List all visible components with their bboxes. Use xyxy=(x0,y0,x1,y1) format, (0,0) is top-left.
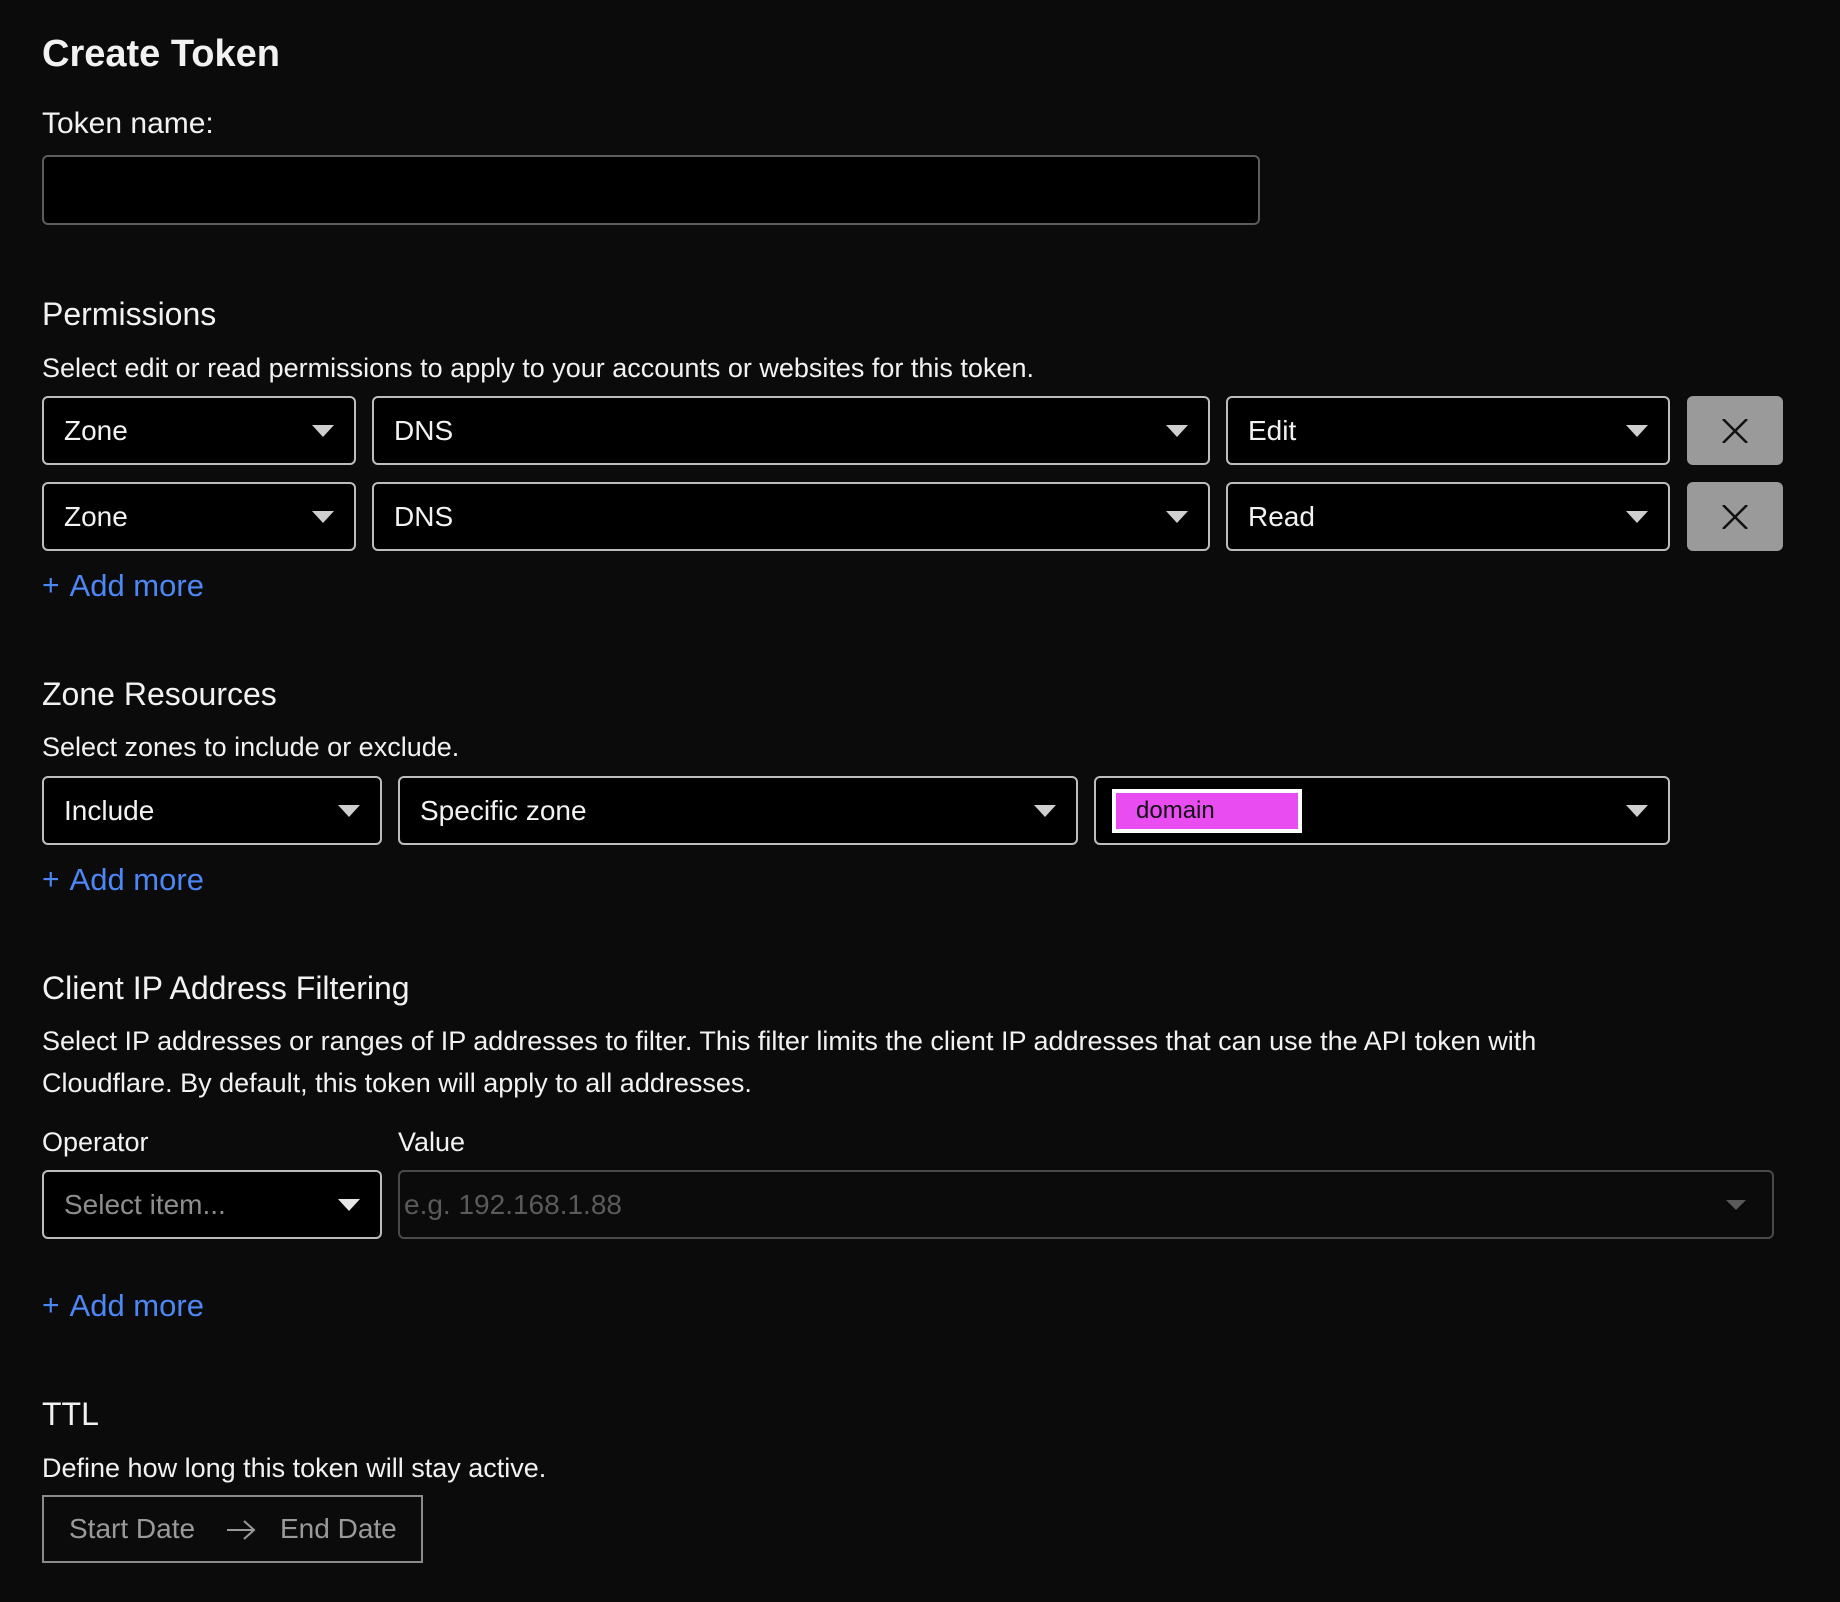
chevron-down-icon xyxy=(312,424,334,437)
ttl-title: TTL xyxy=(42,1396,99,1432)
ip-value-input[interactable]: e.g. 192.168.1.88 xyxy=(398,1170,1774,1239)
permission-access-value: Read xyxy=(1248,500,1315,532)
chevron-down-icon xyxy=(1626,804,1648,817)
start-date-input[interactable]: Start Date xyxy=(69,1513,195,1545)
token-name-label: Token name: xyxy=(42,107,214,140)
zone-type-value: Specific zone xyxy=(420,794,587,826)
remove-permission-button[interactable] xyxy=(1687,396,1783,465)
add-zone-link[interactable]: + Add more xyxy=(42,860,204,900)
plus-icon: + xyxy=(42,569,60,602)
add-more-label: Add more xyxy=(69,862,204,897)
ip-filtering-description-line1: Select IP addresses or ranges of IP addr… xyxy=(42,1026,1537,1056)
zone-resources-title: Zone Resources xyxy=(42,676,277,712)
permissions-title: Permissions xyxy=(42,296,217,332)
close-icon xyxy=(1722,419,1748,443)
ip-value-placeholder: e.g. 192.168.1.88 xyxy=(404,1188,622,1220)
chevron-down-icon xyxy=(312,510,334,523)
chevron-down-icon xyxy=(1726,1199,1746,1210)
permission-scope-select[interactable]: Zone xyxy=(42,482,356,551)
permission-access-value: Edit xyxy=(1248,414,1297,446)
permission-resource-select[interactable]: DNS xyxy=(372,482,1210,551)
zone-resources-description: Select zones to include or exclude. xyxy=(42,732,460,762)
permission-access-select[interactable]: Edit xyxy=(1226,396,1670,465)
chevron-down-icon xyxy=(1034,804,1056,817)
ttl-description: Define how long this token will stay act… xyxy=(42,1453,547,1483)
operator-select[interactable]: Select item... xyxy=(42,1170,382,1239)
page-title: Create Token xyxy=(42,33,280,75)
ip-filtering-title: Client IP Address Filtering xyxy=(42,970,410,1006)
remove-permission-button[interactable] xyxy=(1687,482,1783,551)
add-more-label: Add more xyxy=(69,568,204,603)
plus-icon: + xyxy=(42,863,60,896)
chevron-down-icon xyxy=(338,1198,360,1211)
permission-scope-value: Zone xyxy=(64,500,128,532)
token-name-input[interactable] xyxy=(42,155,1260,225)
zone-value-chip: domain xyxy=(1112,788,1302,833)
chevron-down-icon xyxy=(338,804,360,817)
chevron-down-icon xyxy=(1166,510,1188,523)
end-date-input[interactable]: End Date xyxy=(280,1513,397,1545)
permission-resource-value: DNS xyxy=(394,500,454,532)
chevron-down-icon xyxy=(1626,424,1648,437)
permissions-description: Select edit or read permissions to apply… xyxy=(42,353,1034,383)
value-label: Value xyxy=(398,1127,466,1157)
ip-filtering-description-line2: Cloudflare. By default, this token will … xyxy=(42,1068,752,1098)
permission-scope-value: Zone xyxy=(64,414,128,446)
add-more-label: Add more xyxy=(69,1288,204,1323)
operator-label: Operator xyxy=(42,1127,149,1157)
permission-access-select[interactable]: Read xyxy=(1226,482,1670,551)
close-icon xyxy=(1722,505,1748,529)
operator-placeholder: Select item... xyxy=(64,1188,226,1220)
add-ip-filter-link[interactable]: + Add more xyxy=(42,1286,204,1326)
zone-type-select[interactable]: Specific zone xyxy=(398,776,1078,845)
plus-icon: + xyxy=(42,1289,60,1322)
ttl-date-range[interactable]: Start Date End Date xyxy=(42,1495,423,1563)
zone-value-select[interactable]: domain xyxy=(1094,776,1670,845)
permission-resource-select[interactable]: DNS xyxy=(372,396,1210,465)
permission-scope-select[interactable]: Zone xyxy=(42,396,356,465)
chevron-down-icon xyxy=(1626,510,1648,523)
add-permission-link[interactable]: + Add more xyxy=(42,566,204,606)
permission-resource-value: DNS xyxy=(394,414,454,446)
zone-include-select[interactable]: Include xyxy=(42,776,382,845)
arrow-right-icon xyxy=(227,1520,256,1540)
zone-include-value: Include xyxy=(64,794,155,826)
chevron-down-icon xyxy=(1166,424,1188,437)
